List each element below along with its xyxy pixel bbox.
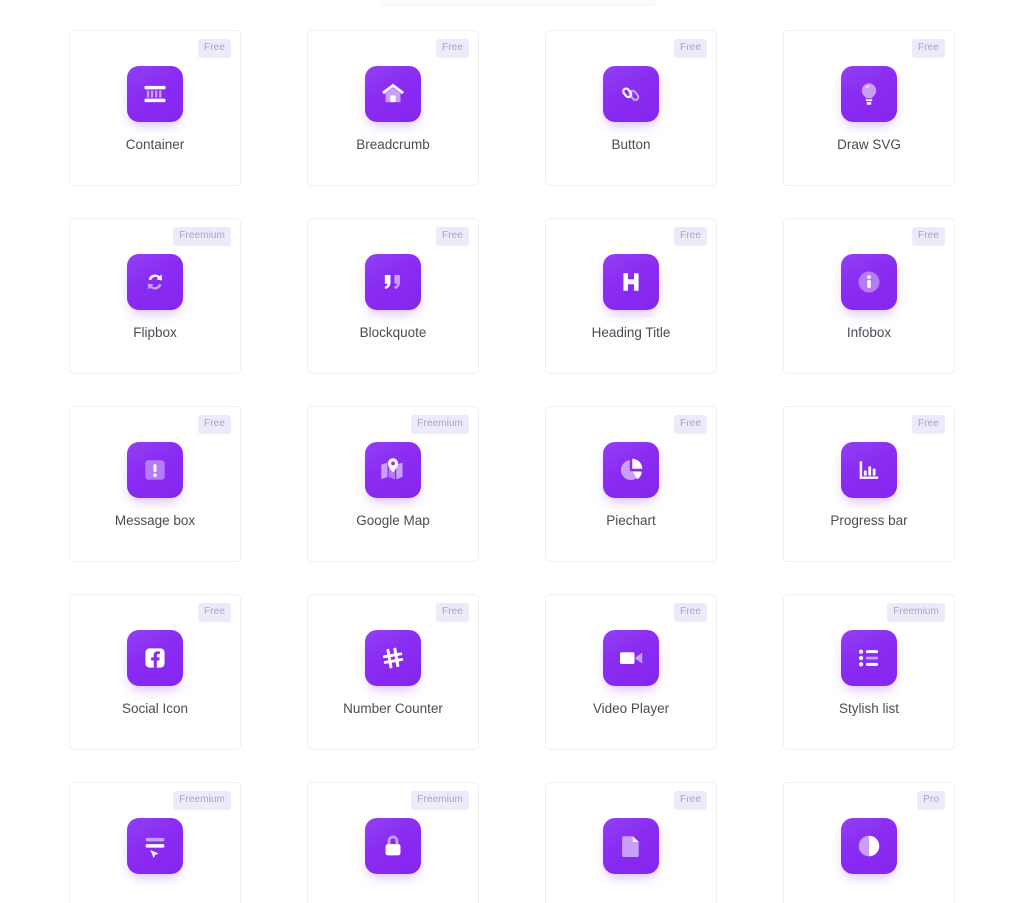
form-icon — [127, 818, 183, 874]
widget-card-progress-bar[interactable]: Free Progress bar — [783, 406, 955, 562]
status-badge: Freemium — [411, 791, 469, 810]
status-badge: Freemium — [887, 603, 945, 622]
widget-label: Social Icon — [121, 701, 189, 716]
widget-card-social-icon[interactable]: Free Social Icon — [69, 594, 241, 750]
lock-icon — [365, 818, 421, 874]
status-badge: Free — [436, 603, 469, 622]
widget-label: Number Counter — [343, 701, 443, 716]
widget-label: Progress bar — [830, 513, 908, 528]
widget-label: Stylish list — [838, 701, 899, 716]
widget-label: Infobox — [846, 325, 892, 340]
pie-chart-icon — [603, 442, 659, 498]
widget-card-breadcrumb[interactable]: Free Breadcrumb — [307, 30, 479, 186]
status-badge: Freemium — [173, 227, 231, 246]
status-badge: Free — [198, 415, 231, 434]
bullet-list-icon — [841, 630, 897, 686]
status-badge: Freemium — [411, 415, 469, 434]
status-badge: Free — [674, 39, 707, 58]
widget-card-lock[interactable]: Freemium — [307, 782, 479, 903]
status-badge: Free — [674, 227, 707, 246]
widget-card-container[interactable]: Free Container — [69, 30, 241, 186]
status-badge: Free — [912, 415, 945, 434]
quote-marks-icon — [365, 254, 421, 310]
widget-card-blockquote[interactable]: Free Blockquote — [307, 218, 479, 374]
status-badge: Free — [674, 603, 707, 622]
widget-card-google-map[interactable]: Freemium Google Map — [307, 406, 479, 562]
exclamation-square-icon — [127, 442, 183, 498]
widget-card-stylish-list[interactable]: Freemium Stylish list — [783, 594, 955, 750]
status-badge: Free — [436, 227, 469, 246]
status-badge: Free — [674, 415, 707, 434]
hash-icon — [365, 630, 421, 686]
status-badge: Free — [912, 39, 945, 58]
widget-label: Google Map — [356, 513, 430, 528]
status-badge: Free — [198, 39, 231, 58]
pie-slice-icon — [841, 818, 897, 874]
clipped-top-element — [380, 0, 658, 6]
widget-label: Button — [611, 137, 651, 152]
widget-label: Breadcrumb — [356, 137, 430, 152]
container-icon — [127, 66, 183, 122]
bar-chart-icon — [841, 442, 897, 498]
widget-label: Message box — [114, 513, 196, 528]
status-badge: Pro — [917, 791, 945, 810]
widget-card-form[interactable]: Freemium — [69, 782, 241, 903]
widget-card-draw-svg[interactable]: Free Draw SVG — [783, 30, 955, 186]
widget-card-number-counter[interactable]: Free Number Counter — [307, 594, 479, 750]
widget-card-pie-slice[interactable]: Pro — [783, 782, 955, 903]
map-pin-icon — [365, 442, 421, 498]
widget-card-message-box[interactable]: Free Message box — [69, 406, 241, 562]
widget-library-page: Free Container Free Breadcrumb Free Butt… — [0, 0, 1024, 903]
widget-label: Heading Title — [591, 325, 671, 340]
widget-label: Piechart — [606, 513, 656, 528]
info-circle-icon — [841, 254, 897, 310]
status-badge: Free — [674, 791, 707, 810]
widget-card-document[interactable]: Free — [545, 782, 717, 903]
status-badge: Free — [436, 39, 469, 58]
widget-card-video-player[interactable]: Free Video Player — [545, 594, 717, 750]
lightbulb-icon — [841, 66, 897, 122]
facebook-icon — [127, 630, 183, 686]
widget-card-flipbox[interactable]: Freemium Flipbox — [69, 218, 241, 374]
widget-card-button[interactable]: Free Button — [545, 30, 717, 186]
document-icon — [603, 818, 659, 874]
widget-label: Blockquote — [359, 325, 427, 340]
link-chain-icon — [603, 66, 659, 122]
home-icon — [365, 66, 421, 122]
widget-grid: Free Container Free Breadcrumb Free Butt… — [69, 30, 955, 903]
widget-label: Container — [125, 137, 185, 152]
video-camera-icon — [603, 630, 659, 686]
widget-label: Video Player — [592, 701, 670, 716]
refresh-arrows-icon — [127, 254, 183, 310]
widget-label: Flipbox — [133, 325, 177, 340]
widget-card-piechart[interactable]: Free Piechart — [545, 406, 717, 562]
widget-label: Draw SVG — [837, 137, 901, 152]
letter-h-icon — [603, 254, 659, 310]
widget-card-infobox[interactable]: Free Infobox — [783, 218, 955, 374]
status-badge: Freemium — [173, 791, 231, 810]
status-badge: Free — [198, 603, 231, 622]
widget-card-heading-title[interactable]: Free Heading Title — [545, 218, 717, 374]
status-badge: Free — [912, 227, 945, 246]
